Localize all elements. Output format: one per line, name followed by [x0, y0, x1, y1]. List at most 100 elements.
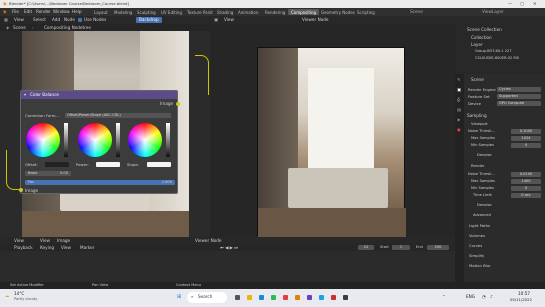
outliner-item[interactable]: Layer: [471, 42, 483, 47]
volumes-panel[interactable]: Volumes: [469, 234, 485, 238]
menu-select[interactable]: Select: [33, 17, 46, 22]
tab-scripting[interactable]: Scripting: [354, 9, 378, 15]
menu-marker[interactable]: Marker: [80, 245, 94, 250]
menu-edit[interactable]: Edit: [24, 9, 32, 14]
vp-denoise-subpanel[interactable]: Denoise: [477, 153, 492, 158]
outliner-scene-collection[interactable]: Scene Collection: [467, 27, 502, 32]
node-header[interactable]: ▾ Color Balance: [21, 91, 177, 99]
menu-view[interactable]: View: [14, 17, 24, 22]
image-editor-type-icon[interactable]: ▣: [214, 17, 218, 22]
motion-blur-panel[interactable]: Motion Blur: [469, 264, 491, 268]
close-button[interactable]: ✕: [533, 1, 537, 6]
curves-panel[interactable]: Curves: [469, 244, 482, 248]
device-dropdown[interactable]: GPU Compute: [497, 101, 541, 106]
volume-icon[interactable]: ♪: [490, 294, 493, 299]
scene-selector[interactable]: Scene: [410, 9, 423, 14]
light-paths-panel[interactable]: Light Paths: [469, 224, 490, 228]
tool-tab-icon[interactable]: ✎: [457, 77, 461, 82]
blender-menu-icon[interactable]: ◉: [3, 9, 7, 14]
image-menu-view[interactable]: View: [224, 17, 234, 22]
slope-color-wheel[interactable]: [128, 123, 162, 157]
clock-time[interactable]: 10:57: [518, 291, 530, 296]
outliner[interactable]: Scene Collection Collection Layer Group.…: [455, 16, 545, 74]
menu-node[interactable]: Node: [64, 17, 75, 22]
file-explorer-icon[interactable]: [247, 295, 252, 300]
start-frame-field[interactable]: 1: [392, 245, 410, 250]
wifi-icon[interactable]: ◔: [482, 294, 486, 299]
app-icon[interactable]: [343, 295, 348, 300]
render-tab-icon[interactable]: ▣: [457, 87, 461, 92]
scene-tab-icon[interactable]: ◈: [457, 117, 460, 122]
menu-keying[interactable]: Keying: [40, 245, 54, 250]
outliner-item[interactable]: CSLSUSSE-600ER-02 RSI: [475, 56, 519, 61]
editor-type-icon[interactable]: ▦: [4, 17, 8, 22]
output-tab-icon[interactable]: ⎙: [457, 97, 460, 102]
use-nodes-checkbox[interactable]: [78, 18, 82, 22]
world-tab-icon[interactable]: ●: [457, 127, 461, 132]
end-frame-field[interactable]: 250: [427, 245, 449, 250]
language-indicator[interactable]: ENG: [466, 294, 475, 299]
tab-modeling[interactable]: Modeling: [111, 9, 135, 15]
r-denoise-subpanel[interactable]: Denoise: [477, 203, 492, 208]
app-icon[interactable]: [283, 295, 288, 300]
outliner-item[interactable]: Collection: [471, 35, 492, 40]
vp-min-field[interactable]: 0: [511, 143, 541, 148]
taskbar-search[interactable]: ⌕ Search: [187, 292, 227, 303]
clock-date[interactable]: 05/11/2022: [510, 298, 532, 302]
image-editor[interactable]: ▣ View Viewer Node: [210, 16, 455, 237]
time-limit-field[interactable]: 0 sec: [511, 193, 541, 198]
tab-rendering[interactable]: Rendering: [262, 9, 288, 15]
slope-value-slider[interactable]: [166, 123, 170, 157]
fac-slider[interactable]: Fac 1.000: [25, 180, 175, 185]
tab-shading[interactable]: Shading: [214, 9, 236, 15]
menu-window[interactable]: Window: [53, 9, 70, 14]
tab-sculpting[interactable]: Sculpting: [134, 9, 159, 15]
sampling-panel[interactable]: Sampling: [467, 113, 487, 118]
vp-max-field[interactable]: 1024: [511, 136, 541, 141]
menu-file[interactable]: File: [12, 9, 19, 14]
tab-animation[interactable]: Animation: [235, 9, 261, 15]
viewlayer-selector[interactable]: ViewLayer: [482, 9, 504, 14]
outliner-item[interactable]: Group.BOT-60-1 227: [475, 49, 512, 54]
maximize-button[interactable]: ▢: [520, 1, 524, 6]
viewport-subpanel[interactable]: Viewport: [471, 122, 488, 126]
method-dropdown[interactable]: Offset/Power/Slope (ASC-CDL): [65, 113, 171, 118]
power-color-swatch[interactable]: [96, 162, 120, 167]
feature-set-dropdown[interactable]: Supported: [497, 94, 541, 99]
breadcrumb-scene[interactable]: Scene: [13, 25, 26, 30]
offset-color-wheel[interactable]: [26, 123, 60, 157]
properties-panel[interactable]: Scene Render Engine Cycles Feature Set S…: [455, 74, 545, 282]
tab-compositing[interactable]: Compositing: [288, 9, 320, 15]
task-view-icon[interactable]: [235, 295, 240, 300]
edge-icon[interactable]: [259, 295, 264, 300]
input-socket[interactable]: [19, 188, 23, 192]
tab-layout[interactable]: Layout: [91, 9, 111, 15]
render-engine-dropdown[interactable]: Cycles: [497, 87, 541, 92]
menu-add[interactable]: Add: [52, 17, 60, 22]
app-icon[interactable]: [319, 295, 324, 300]
start-icon[interactable]: ⊞: [177, 295, 181, 300]
output-socket[interactable]: [176, 102, 180, 106]
weather-icon[interactable]: ☁: [5, 293, 9, 298]
power-value-slider[interactable]: [116, 123, 120, 157]
tab-geometry-nodes[interactable]: Geometry Nodes: [318, 9, 358, 15]
menu-render[interactable]: Render: [36, 9, 51, 14]
minimize-button[interactable]: —: [508, 1, 512, 6]
image-footer-view[interactable]: View: [14, 238, 24, 243]
breadcrumb-tree[interactable]: Compositing Nodetree: [44, 25, 91, 30]
playback-controls[interactable]: ⏮ ◀ ▶ ⏭: [220, 245, 238, 250]
image-footer-viewer[interactable]: Viewer Node: [195, 238, 222, 243]
blender-taskbar-icon[interactable]: [295, 295, 300, 300]
tab-texture-paint[interactable]: Texture Paint: [184, 9, 216, 15]
vp-noise-field[interactable]: 0.1000: [511, 129, 541, 134]
simplify-panel[interactable]: Simplify: [469, 254, 484, 258]
collapse-icon[interactable]: ▾: [24, 92, 26, 97]
app-icon[interactable]: [331, 295, 336, 300]
render-subpanel[interactable]: Render: [471, 164, 485, 168]
viewer-node-selector[interactable]: Viewer Node: [302, 17, 329, 22]
view-layer-tab-icon[interactable]: ▤: [457, 107, 461, 112]
image-footer-image[interactable]: Image: [57, 238, 70, 243]
chrome-icon[interactable]: [271, 295, 276, 300]
offset-value-slider[interactable]: [64, 123, 68, 157]
menu-help[interactable]: Help: [72, 9, 82, 14]
